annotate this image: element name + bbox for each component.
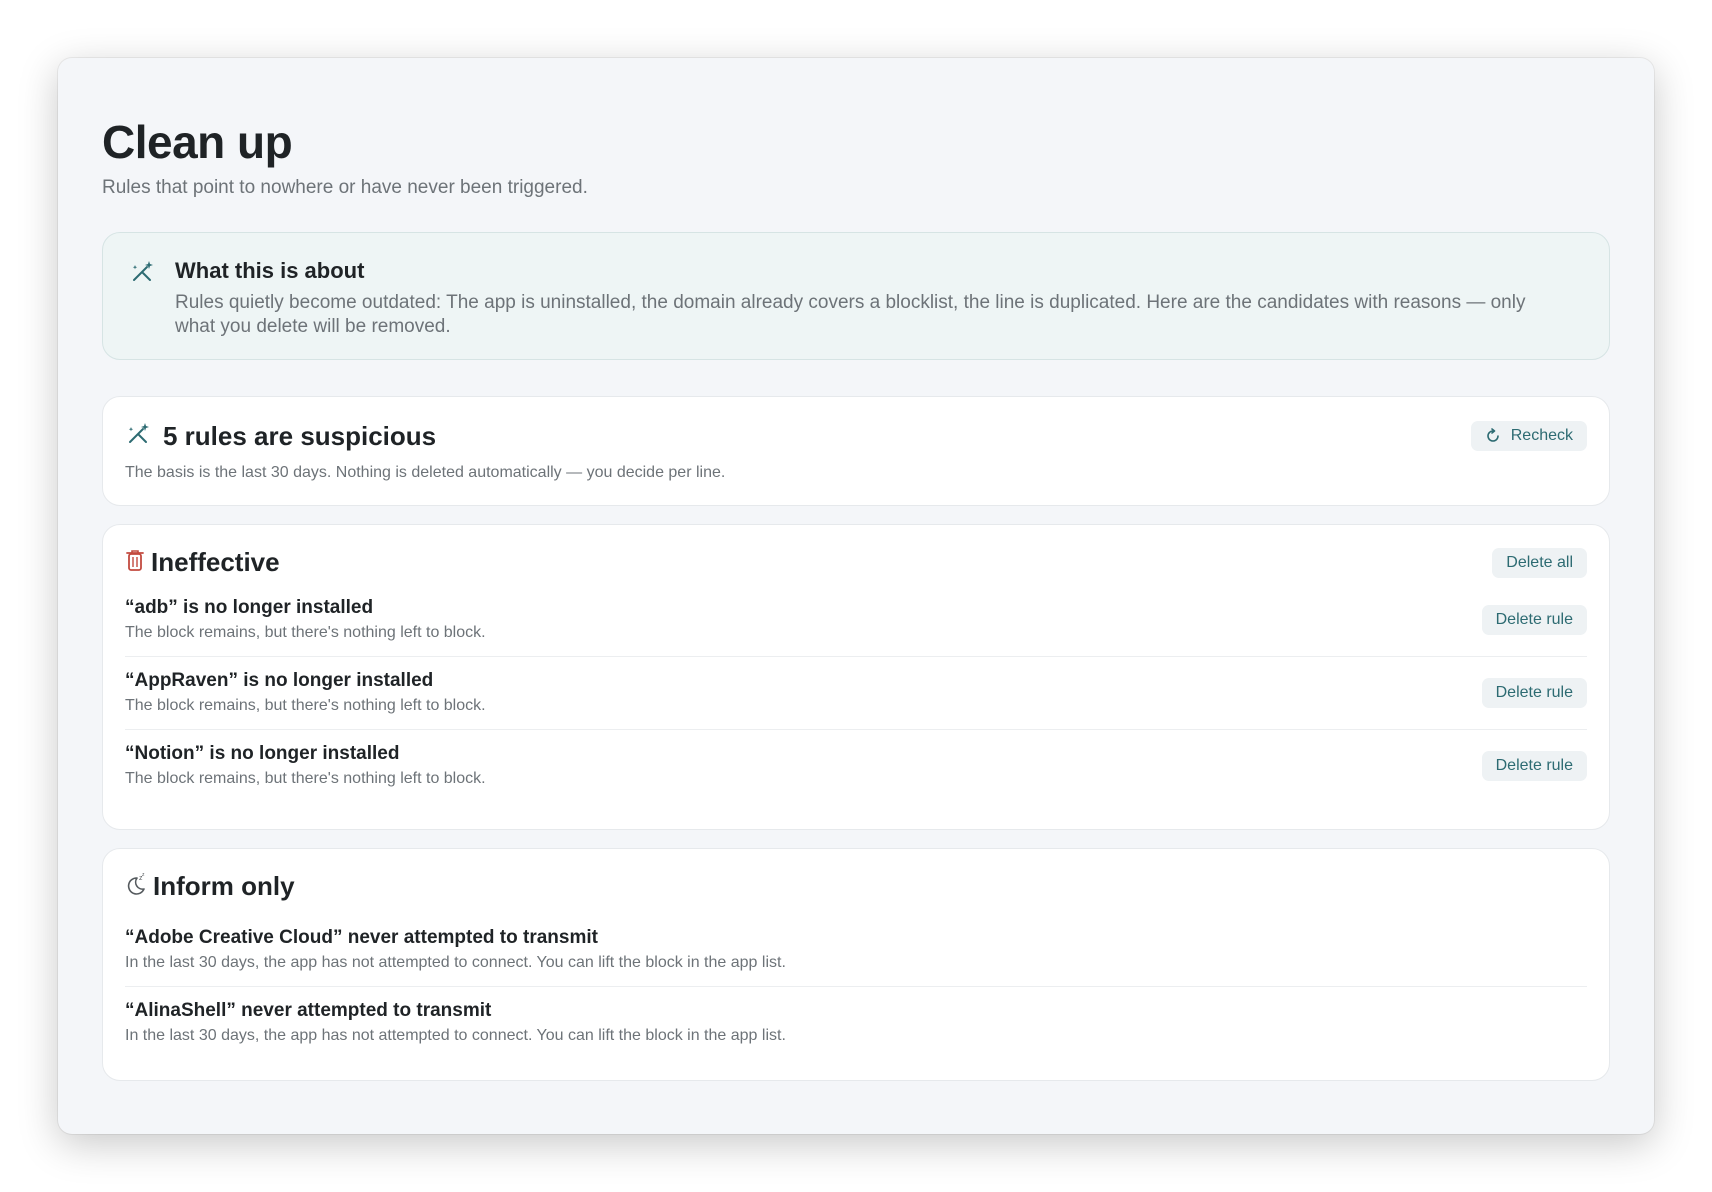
info-text: Rules quietly become outdated: The app i… — [175, 292, 1526, 337]
delete-rule-button[interactable]: Delete rule — [1481, 750, 1587, 781]
trash-icon — [125, 548, 145, 577]
ineffective-title: Ineffective — [151, 547, 280, 577]
page-title: Clean up — [102, 116, 293, 168]
inform-title: Inform only — [153, 871, 295, 901]
recheck-button[interactable]: Recheck — [1470, 421, 1587, 451]
summary-card: 5 rules are suspicious The basis is the … — [102, 396, 1610, 506]
info-box: What this is about Rules quietly become … — [102, 232, 1610, 360]
list-item: “AlinaShell” never attempted to transmit… — [125, 987, 1587, 1059]
delete-all-button[interactable]: Delete all — [1492, 547, 1587, 578]
list-item-text: The block remains, but there's nothing l… — [125, 770, 486, 787]
list-item: “AppRaven” is no longer installed The bl… — [125, 657, 1587, 730]
list-item-title: “adb” is no longer installed — [125, 597, 374, 618]
list-item: “Adobe Creative Cloud” never attempted t… — [125, 914, 1587, 987]
list-item-text: The block remains, but there's nothing l… — [125, 697, 486, 714]
info-content: What this is about Rules quietly become … — [175, 257, 1569, 339]
delete-rule-button[interactable]: Delete rule — [1481, 677, 1587, 708]
ineffective-list: “adb” is no longer installed The block r… — [125, 584, 1587, 802]
list-item-title: “Adobe Creative Cloud” never attempted t… — [125, 927, 598, 948]
delete-rule-button[interactable]: Delete rule — [1481, 604, 1587, 635]
summary-title: 5 rules are suspicious — [163, 421, 437, 451]
cleanup-window: Clean up Rules that point to nowhere or … — [58, 58, 1654, 1134]
summary-head: 5 rules are suspicious — [125, 397, 1587, 452]
ineffective-card: Ineffective Delete all “adb” is no longe… — [102, 524, 1610, 830]
list-item: “Notion” is no longer installed The bloc… — [125, 730, 1587, 802]
list-item-title: “AlinaShell” never attempted to transmit — [125, 1000, 492, 1021]
info-title: What this is about — [175, 258, 365, 283]
recheck-label: Recheck — [1510, 427, 1573, 444]
list-item-content: “AppRaven” is no longer installed The bl… — [125, 669, 486, 716]
list-item-content: “Notion” is no longer installed The bloc… — [125, 742, 486, 789]
list-item-content: “AlinaShell” never attempted to transmit… — [125, 999, 786, 1046]
list-item-content: “adb” is no longer installed The block r… — [125, 596, 486, 643]
magic-wand-icon — [125, 421, 151, 452]
magic-wand-icon — [129, 259, 155, 285]
svg-text:z: z — [142, 872, 145, 878]
list-item-title: “Notion” is no longer installed — [125, 743, 400, 764]
inform-card: z z Inform only “Adobe Creative Cloud” n… — [102, 848, 1610, 1081]
list-item-title: “AppRaven” is no longer installed — [125, 670, 434, 691]
inform-list: “Adobe Creative Cloud” never attempted t… — [125, 914, 1587, 1059]
moon-sleep-icon: z z — [125, 872, 147, 901]
list-item-text: In the last 30 days, the app has not att… — [125, 954, 786, 971]
list-item-text: In the last 30 days, the app has not att… — [125, 1027, 786, 1044]
list-item: “adb” is no longer installed The block r… — [125, 584, 1587, 657]
refresh-icon — [1486, 428, 1499, 442]
summary-text: The basis is the last 30 days. Nothing i… — [125, 464, 726, 481]
inform-head: z z Inform only — [125, 849, 1587, 902]
inform-title-wrap: z z Inform only — [125, 871, 295, 902]
list-item-text: The block remains, but there's nothing l… — [125, 624, 486, 641]
ineffective-head: Ineffective Delete all — [125, 525, 1587, 578]
list-item-content: “Adobe Creative Cloud” never attempted t… — [125, 926, 786, 973]
ineffective-title-wrap: Ineffective — [125, 547, 280, 578]
page-subtitle: Rules that point to nowhere or have neve… — [102, 177, 588, 198]
